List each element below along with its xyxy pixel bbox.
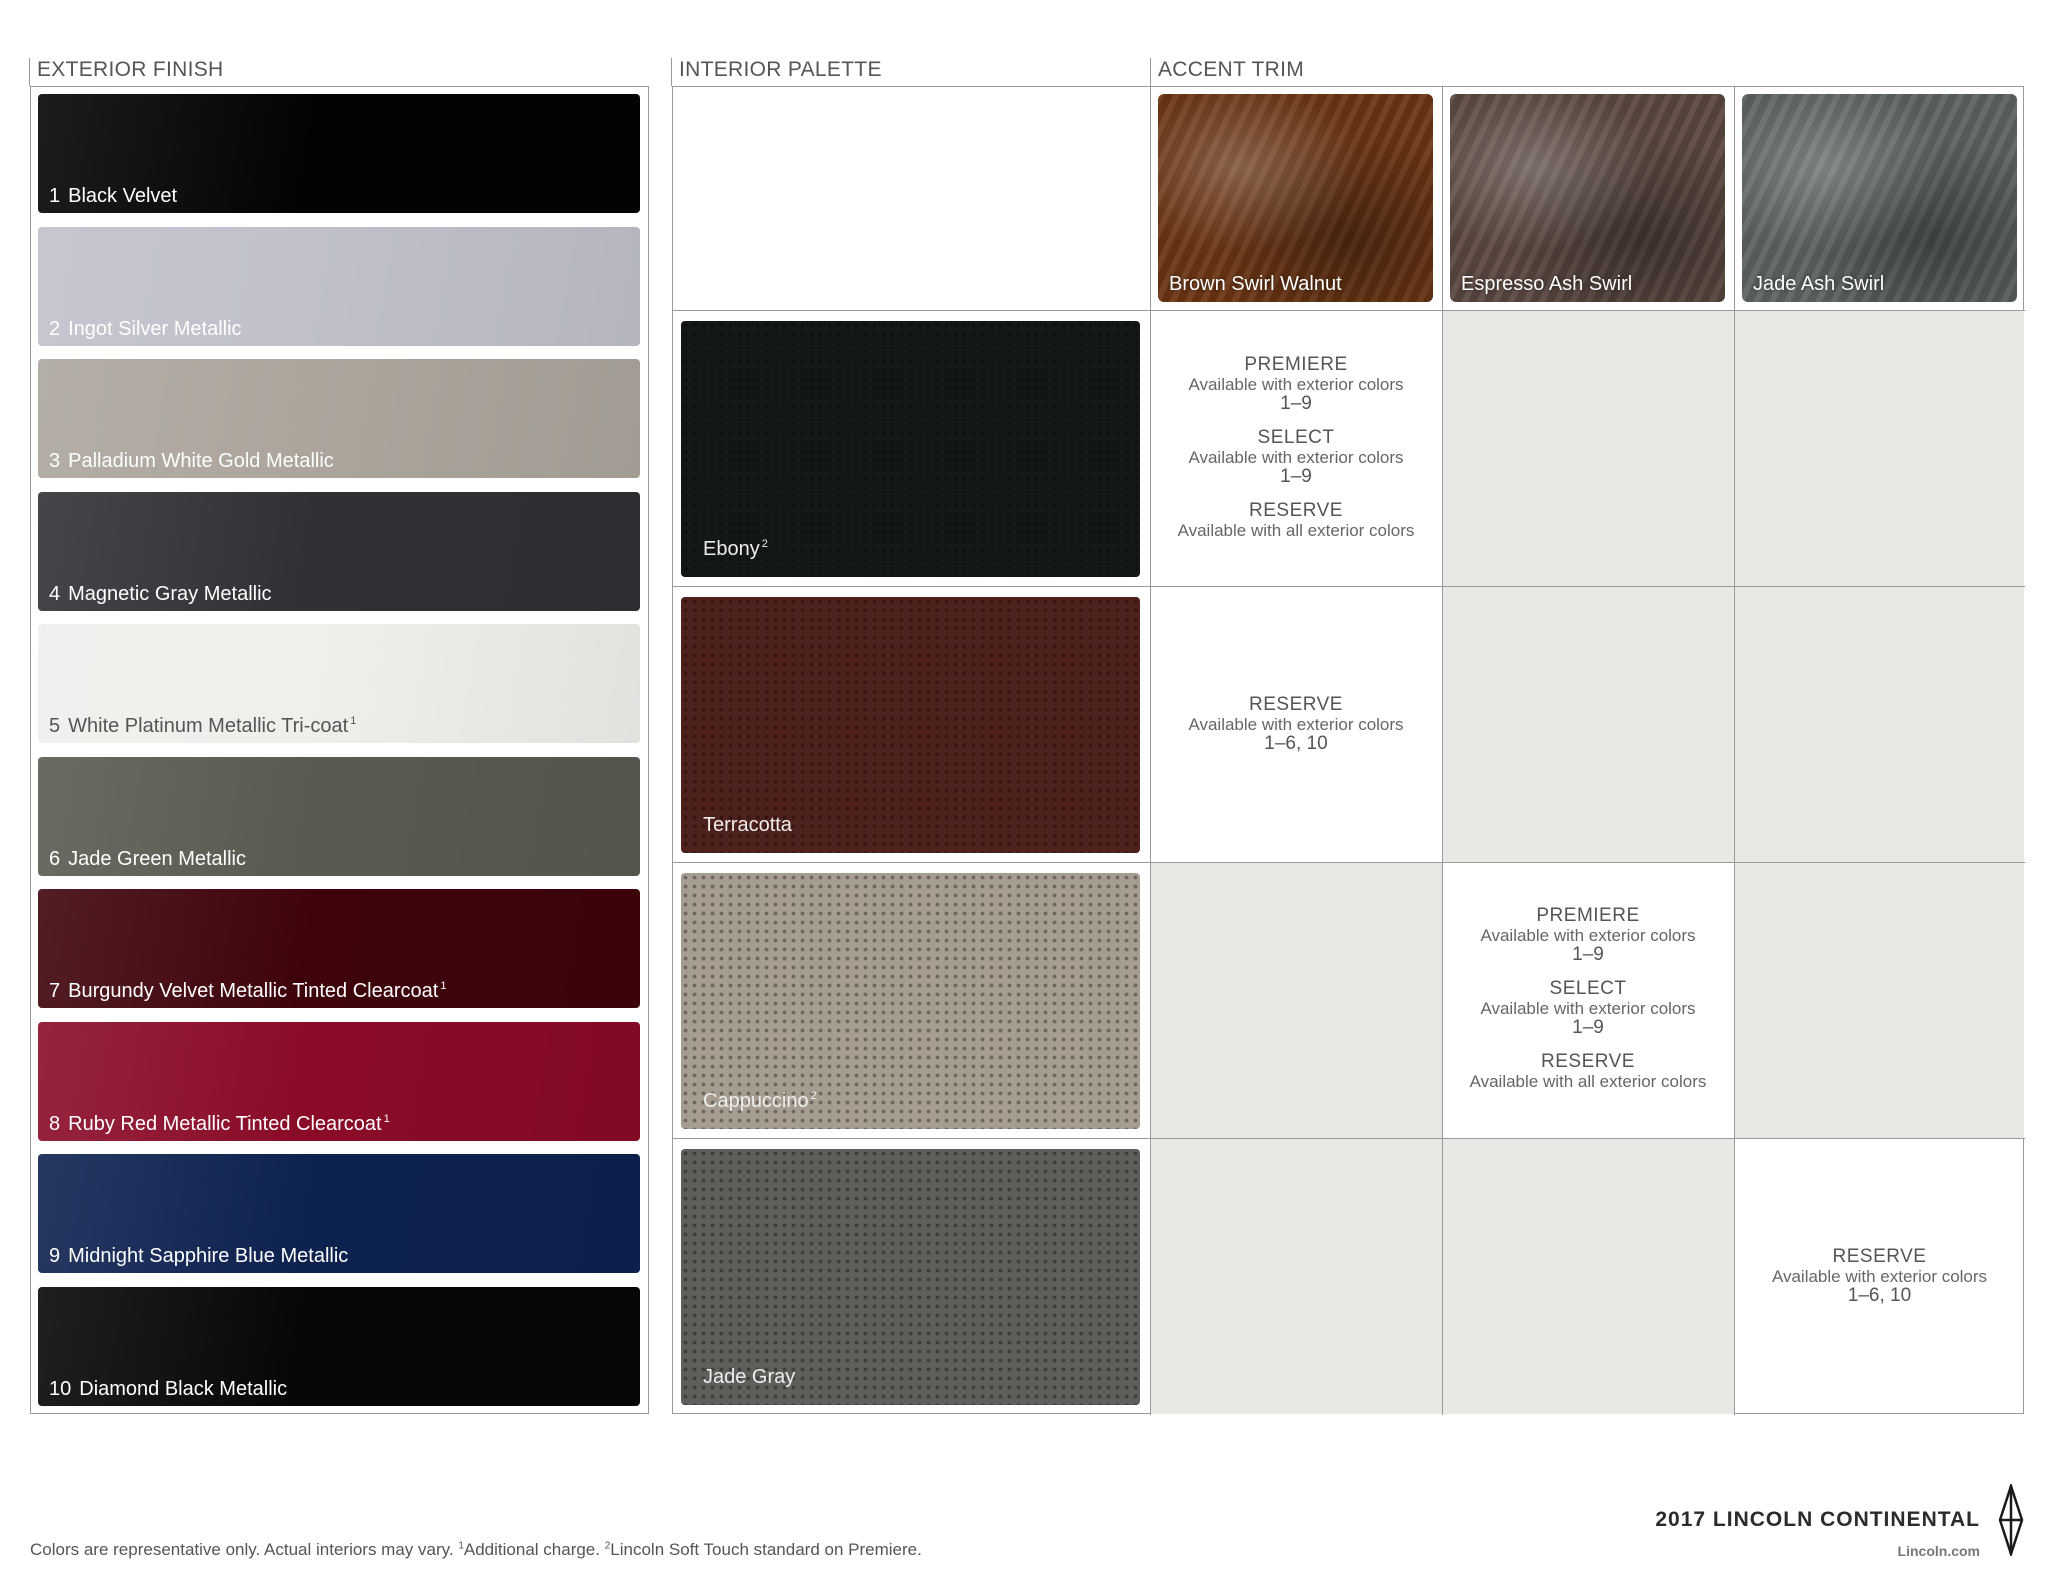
interior-swatch-label: Cappuccino 2: [703, 1090, 817, 1112]
exterior-finish-header: EXTERIOR FINISH: [37, 58, 224, 81]
availability-terracotta-walnut: RESERVE Available with exterior colors 1–6…: [1188, 694, 1404, 754]
grid-line: [1734, 87, 1735, 1415]
availability-jadegray-jadeash: RESERVE Available with exterior colors 1–6…: [1771, 1246, 1988, 1306]
interior-swatch-label: Terracotta: [703, 814, 792, 836]
exterior-swatch[interactable]: 6 Jade Green Metallic: [38, 756, 640, 876]
accent-trim-label: Espresso Ash Swirl: [1461, 273, 1633, 295]
exterior-swatch[interactable]: 7 Burgundy Velvet Metallic Tinted Clearco…: [38, 889, 640, 1008]
exterior-swatch[interactable]: 10 Diamond Black Metallic: [38, 1286, 640, 1406]
footnote: Colors are representative only. Actual i…: [30, 1540, 922, 1559]
unavailable-cell: [1735, 587, 2024, 862]
exterior-swatch[interactable]: 8 Ruby Red Metallic Tinted Clearcoat 1: [38, 1021, 640, 1141]
exterior-swatch[interactable]: 3 Palladium White Gold Metallic: [38, 359, 640, 478]
exterior-swatch-label: 7 Burgundy Velvet Metallic Tinted Clearco…: [49, 980, 447, 1002]
exterior-swatch[interactable]: 5 White Platinum Metallic Tri-coat 1: [38, 624, 640, 743]
interior-palette-header: INTERIOR PALETTE: [679, 58, 882, 81]
exterior-swatch-label: 4 Magnetic Gray Metallic: [49, 582, 272, 605]
unavailable-cell: [1735, 311, 2024, 586]
unavailable-cell: [1151, 863, 1442, 1138]
unavailable-cell: [1443, 587, 1734, 862]
accent-trim-label: Brown Swirl Walnut: [1169, 273, 1342, 295]
interior-swatch[interactable]: Terracotta: [681, 597, 1140, 853]
exterior-swatch-label: 5 White Platinum Metallic Tri-coat 1: [49, 715, 357, 737]
exterior-swatch[interactable]: 1 Black Velvet: [38, 94, 640, 213]
exterior-swatch-list: 1 Black Velvet 2 Ingot Silver Metallic 3 Pa…: [38, 94, 640, 1419]
exterior-swatch-label: 3 Palladium White Gold Metallic: [49, 450, 334, 472]
interior-swatch[interactable]: Jade Gray: [681, 1149, 1140, 1405]
accent-trim-swatch[interactable]: Espresso Ash Swirl: [1450, 94, 1725, 302]
exterior-swatch-label: 1 Black Velvet: [49, 185, 178, 207]
exterior-swatch-label: 10 Diamond Black Metallic: [49, 1377, 288, 1400]
availability-ebony-walnut: PREMIERE Available with exterior colors 1–…: [1177, 354, 1415, 540]
unavailable-cell: [1443, 311, 1734, 586]
grid-line: [673, 310, 2025, 311]
brand-url-link[interactable]: Lincoln.com: [1898, 1543, 1980, 1559]
interior-swatch[interactable]: Cappuccino 2: [681, 873, 1140, 1129]
header-divider: [29, 58, 30, 86]
exterior-swatch[interactable]: 4 Magnetic Gray Metallic: [38, 491, 640, 611]
interior-swatch-label: Ebony 2: [703, 538, 768, 560]
unavailable-cell: [1151, 1139, 1442, 1414]
header-divider: [671, 58, 672, 86]
exterior-swatch[interactable]: 9 Midnight Sapphire Blue Metallic: [38, 1154, 640, 1273]
header-divider: [1150, 58, 1151, 86]
accent-trim-swatch[interactable]: Brown Swirl Walnut: [1158, 94, 1433, 302]
exterior-swatch-label: 8 Ruby Red Metallic Tinted Clearcoat 1: [49, 1112, 390, 1135]
lincoln-star-logo-icon: [1998, 1484, 2024, 1556]
unavailable-cell: [1735, 863, 2024, 1138]
exterior-swatch-label: 9 Midnight Sapphire Blue Metallic: [49, 1245, 349, 1267]
grid-line: [673, 586, 2025, 587]
accent-trim-swatch[interactable]: Jade Ash Swirl: [1742, 94, 2017, 302]
grid-line: [1442, 87, 1443, 1415]
accent-trim-header: ACCENT TRIM: [1158, 58, 1305, 81]
exterior-swatch-label: 6 Jade Green Metallic: [49, 847, 246, 870]
grid-line: [673, 862, 2025, 863]
brand-title: 2017 LINCOLN CONTINENTAL: [1655, 1508, 1980, 1531]
exterior-swatch[interactable]: 2 Ingot Silver Metallic: [38, 226, 640, 346]
accent-trim-label: Jade Ash Swirl: [1753, 273, 1885, 295]
grid-line: [673, 1138, 2025, 1139]
interior-swatch-label: Jade Gray: [703, 1366, 796, 1388]
interior-swatch[interactable]: Ebony 2: [681, 321, 1140, 577]
availability-cappuccino-espresso: PREMIERE Available with exterior colors 1–…: [1469, 905, 1707, 1091]
exterior-swatch-label: 2 Ingot Silver Metallic: [49, 317, 242, 340]
unavailable-cell: [1443, 1139, 1734, 1414]
